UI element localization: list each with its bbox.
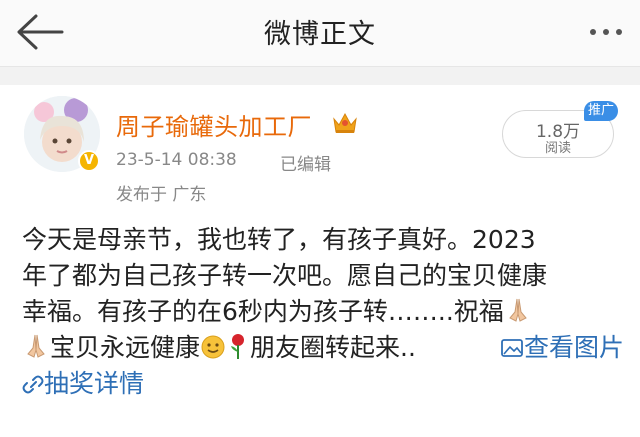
picture-icon: [501, 339, 523, 357]
post-text-line: 宝贝永远健康 朋友圈转起来.. 查看图片: [22, 330, 624, 366]
section-divider: [0, 67, 640, 85]
praying-hands-icon: [27, 334, 45, 358]
verified-v-icon: V: [78, 150, 100, 172]
rose-icon: [231, 334, 245, 359]
post-text-line: 年了都为自己孩子转一次吧。愿自己的宝贝健康: [22, 261, 548, 290]
page-title: 微博正文: [264, 19, 376, 50]
post-text-line: 今天是母亲节，我也转了，有孩子真好。2023: [22, 225, 536, 254]
post-time: 23-5-14 08:38: [116, 150, 237, 170]
post-location: 发布于 广东: [116, 185, 207, 205]
praying-hands-icon: [509, 298, 527, 322]
view-pictures-link[interactable]: 查看图片: [500, 330, 624, 366]
smile-icon: [201, 335, 225, 359]
edited-label[interactable]: 已编辑: [280, 150, 331, 175]
post-content: 今天是母亲节，我也转了，有孩子真好。2023 年了都为自己孩子转一次吧。愿自己的…: [22, 222, 624, 402]
more-button[interactable]: [586, 22, 626, 42]
crown-icon[interactable]: [331, 110, 359, 136]
link-icon: [22, 375, 44, 394]
post-text-line: 幸福。有孩子的在6秒内为孩子转……..祝福: [22, 294, 624, 330]
author-name[interactable]: 周子瑜罐头加工厂: [116, 107, 312, 142]
post-text-line: 抽奖详情: [22, 366, 624, 402]
view-count-label: 阅读: [544, 141, 571, 156]
lottery-link[interactable]: 抽奖详情: [22, 369, 144, 398]
header-bar: 微博正文: [0, 0, 640, 67]
promo-badge: 推广: [584, 101, 618, 121]
more-dots-icon: [590, 29, 596, 35]
